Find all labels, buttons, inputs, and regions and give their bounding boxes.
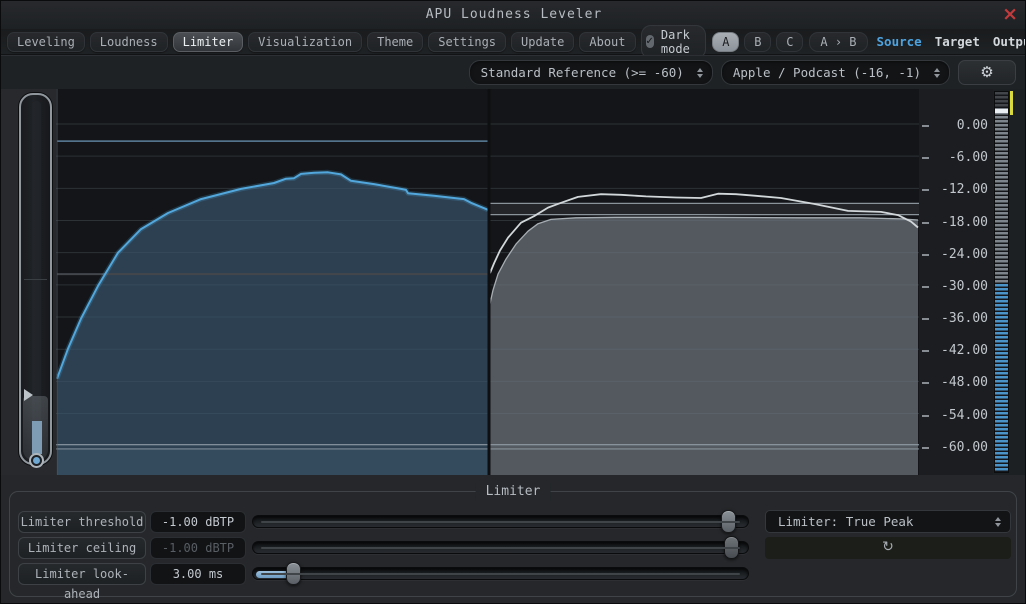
tab-theme[interactable]: Theme xyxy=(367,31,424,52)
gain-fader[interactable] xyxy=(19,93,52,468)
limiter-panel: Limiter Limiter threshold -1.00 dBTP Limit… xyxy=(9,483,1017,601)
scale-label: -30.00 xyxy=(941,278,988,294)
tab-bar: Leveling Loudness Limiter Visualization Them… xyxy=(1,24,1025,59)
limiter-row: Limiter look-ahead 3.00 ms xyxy=(10,562,1016,601)
loudness-plot xyxy=(54,89,919,476)
tab-bar-left: Leveling Loudness Limiter Visualization Them… xyxy=(7,31,636,52)
slot-b-button[interactable]: B xyxy=(744,31,772,52)
limiter-threshold-value[interactable]: -1.00 dBTP xyxy=(150,511,246,533)
limiter-look-ahead-label[interactable]: Limiter look-ahead xyxy=(18,563,146,601)
target-preset-value: Apple / Podcast (-16, -1) xyxy=(732,65,921,80)
scale-label: -42.00 xyxy=(941,343,988,359)
reference-preset-dropdown[interactable]: Standard Reference (>= -60) xyxy=(468,60,713,85)
tab-visualization[interactable]: Visualization xyxy=(248,31,363,52)
reference-preset-value: Standard Reference (>= -60) xyxy=(480,65,684,80)
scale-label: -6.00 xyxy=(948,150,988,166)
view-source-button[interactable]: Source xyxy=(874,32,925,51)
slot-a-button[interactable]: A xyxy=(712,31,740,52)
scale-label: -12.00 xyxy=(941,182,988,198)
fader-knob[interactable] xyxy=(29,453,44,468)
db-scale: 0.00 -6.00 -12.00 -18.00 -24.00 -30.00 -36.00 -… xyxy=(919,89,993,475)
limiter-threshold-label[interactable]: Limiter threshold xyxy=(18,511,146,533)
gear-icon: ⚙ xyxy=(980,63,994,81)
limiter-threshold-slider[interactable] xyxy=(252,510,749,533)
fader-strip xyxy=(1,89,56,475)
slider-thumb[interactable] xyxy=(286,562,301,585)
view-switch-group: Source Target Output xyxy=(874,32,1025,51)
scale-label: -60.00 xyxy=(941,439,988,455)
tab-bar-right: ✓ Dark mode ABC A › B Source Target Output xyxy=(640,24,1025,59)
limiter-mode-value: Limiter: True Peak xyxy=(778,514,914,529)
tab-update[interactable]: Update xyxy=(511,31,575,52)
updown-arrows-icon xyxy=(696,67,703,78)
scale-label: -48.00 xyxy=(941,375,988,391)
tab-loudness[interactable]: Loudness xyxy=(89,31,168,52)
preset-row: Standard Reference (>= -60) Apple / Podc… xyxy=(1,55,1025,89)
refresh-icon: ↻ xyxy=(882,539,894,555)
updown-arrows-icon xyxy=(934,67,940,78)
dark-mode-label: Dark mode xyxy=(660,27,690,56)
limiter-panel-legend: Limiter xyxy=(475,483,551,500)
slot-c-button[interactable]: C xyxy=(776,31,804,52)
meter-peak-marker xyxy=(995,109,1008,113)
limiter-ceiling-value[interactable]: -1.00 dBTP xyxy=(150,537,246,559)
tab-leveling[interactable]: Leveling xyxy=(7,31,85,52)
reset-button[interactable]: ↻ xyxy=(765,537,1011,559)
fader-center-mark xyxy=(24,279,47,280)
slider-thumb[interactable] xyxy=(721,510,736,533)
dark-mode-toggle[interactable]: ✓ Dark mode xyxy=(640,24,707,59)
scale-label: -54.00 xyxy=(941,407,988,423)
meter-blue-segments xyxy=(995,284,1008,472)
slider-thumb[interactable] xyxy=(724,536,739,559)
meter-gray-segments xyxy=(995,92,1008,284)
copy-a-to-b-button[interactable]: A › B xyxy=(809,31,868,52)
limiter-section: Limiter Limiter threshold -1.00 dBTP Limit… xyxy=(1,475,1025,603)
limiter-mode-dropdown[interactable]: Limiter: True Peak xyxy=(765,510,1011,533)
tab-settings[interactable]: Settings xyxy=(428,31,507,52)
checkbox-checked-icon: ✓ xyxy=(645,35,654,48)
scale-label: 0.00 xyxy=(956,118,988,133)
updown-arrows-icon xyxy=(995,516,1001,527)
tab-limiter[interactable]: Limiter xyxy=(172,31,244,52)
peak-hold-bar xyxy=(1010,91,1013,115)
target-preset-dropdown[interactable]: Apple / Podcast (-16, -1) xyxy=(720,60,950,85)
level-meter xyxy=(994,91,1009,473)
view-output-button[interactable]: Output xyxy=(990,32,1025,51)
limiter-look-ahead-slider[interactable] xyxy=(252,562,749,585)
graph-area: 0.00 -6.00 -12.00 -18.00 -24.00 -30.00 -36.00 -… xyxy=(1,89,1025,476)
limiter-ceiling-slider[interactable] xyxy=(252,536,749,559)
tab-about[interactable]: About xyxy=(579,31,636,52)
settings-button[interactable]: ⚙ xyxy=(958,60,1016,85)
limiter-ceiling-label[interactable]: Limiter ceiling xyxy=(18,537,146,559)
scale-label: -24.00 xyxy=(941,246,988,262)
fader-level-bar xyxy=(32,421,42,454)
meter-top-dim xyxy=(995,92,1008,108)
scale-label: -18.00 xyxy=(941,214,988,230)
ab-slot-group: ABC xyxy=(712,31,804,52)
view-target-button[interactable]: Target xyxy=(932,32,983,51)
app-window: APU Loudness Leveler × Leveling Loudness L… xyxy=(0,0,1026,604)
fader-marker-icon xyxy=(24,389,33,401)
limiter-look-ahead-value[interactable]: 3.00 ms xyxy=(150,563,246,585)
scale-label: -36.00 xyxy=(941,311,988,326)
loudness-plot-svg xyxy=(54,89,919,476)
